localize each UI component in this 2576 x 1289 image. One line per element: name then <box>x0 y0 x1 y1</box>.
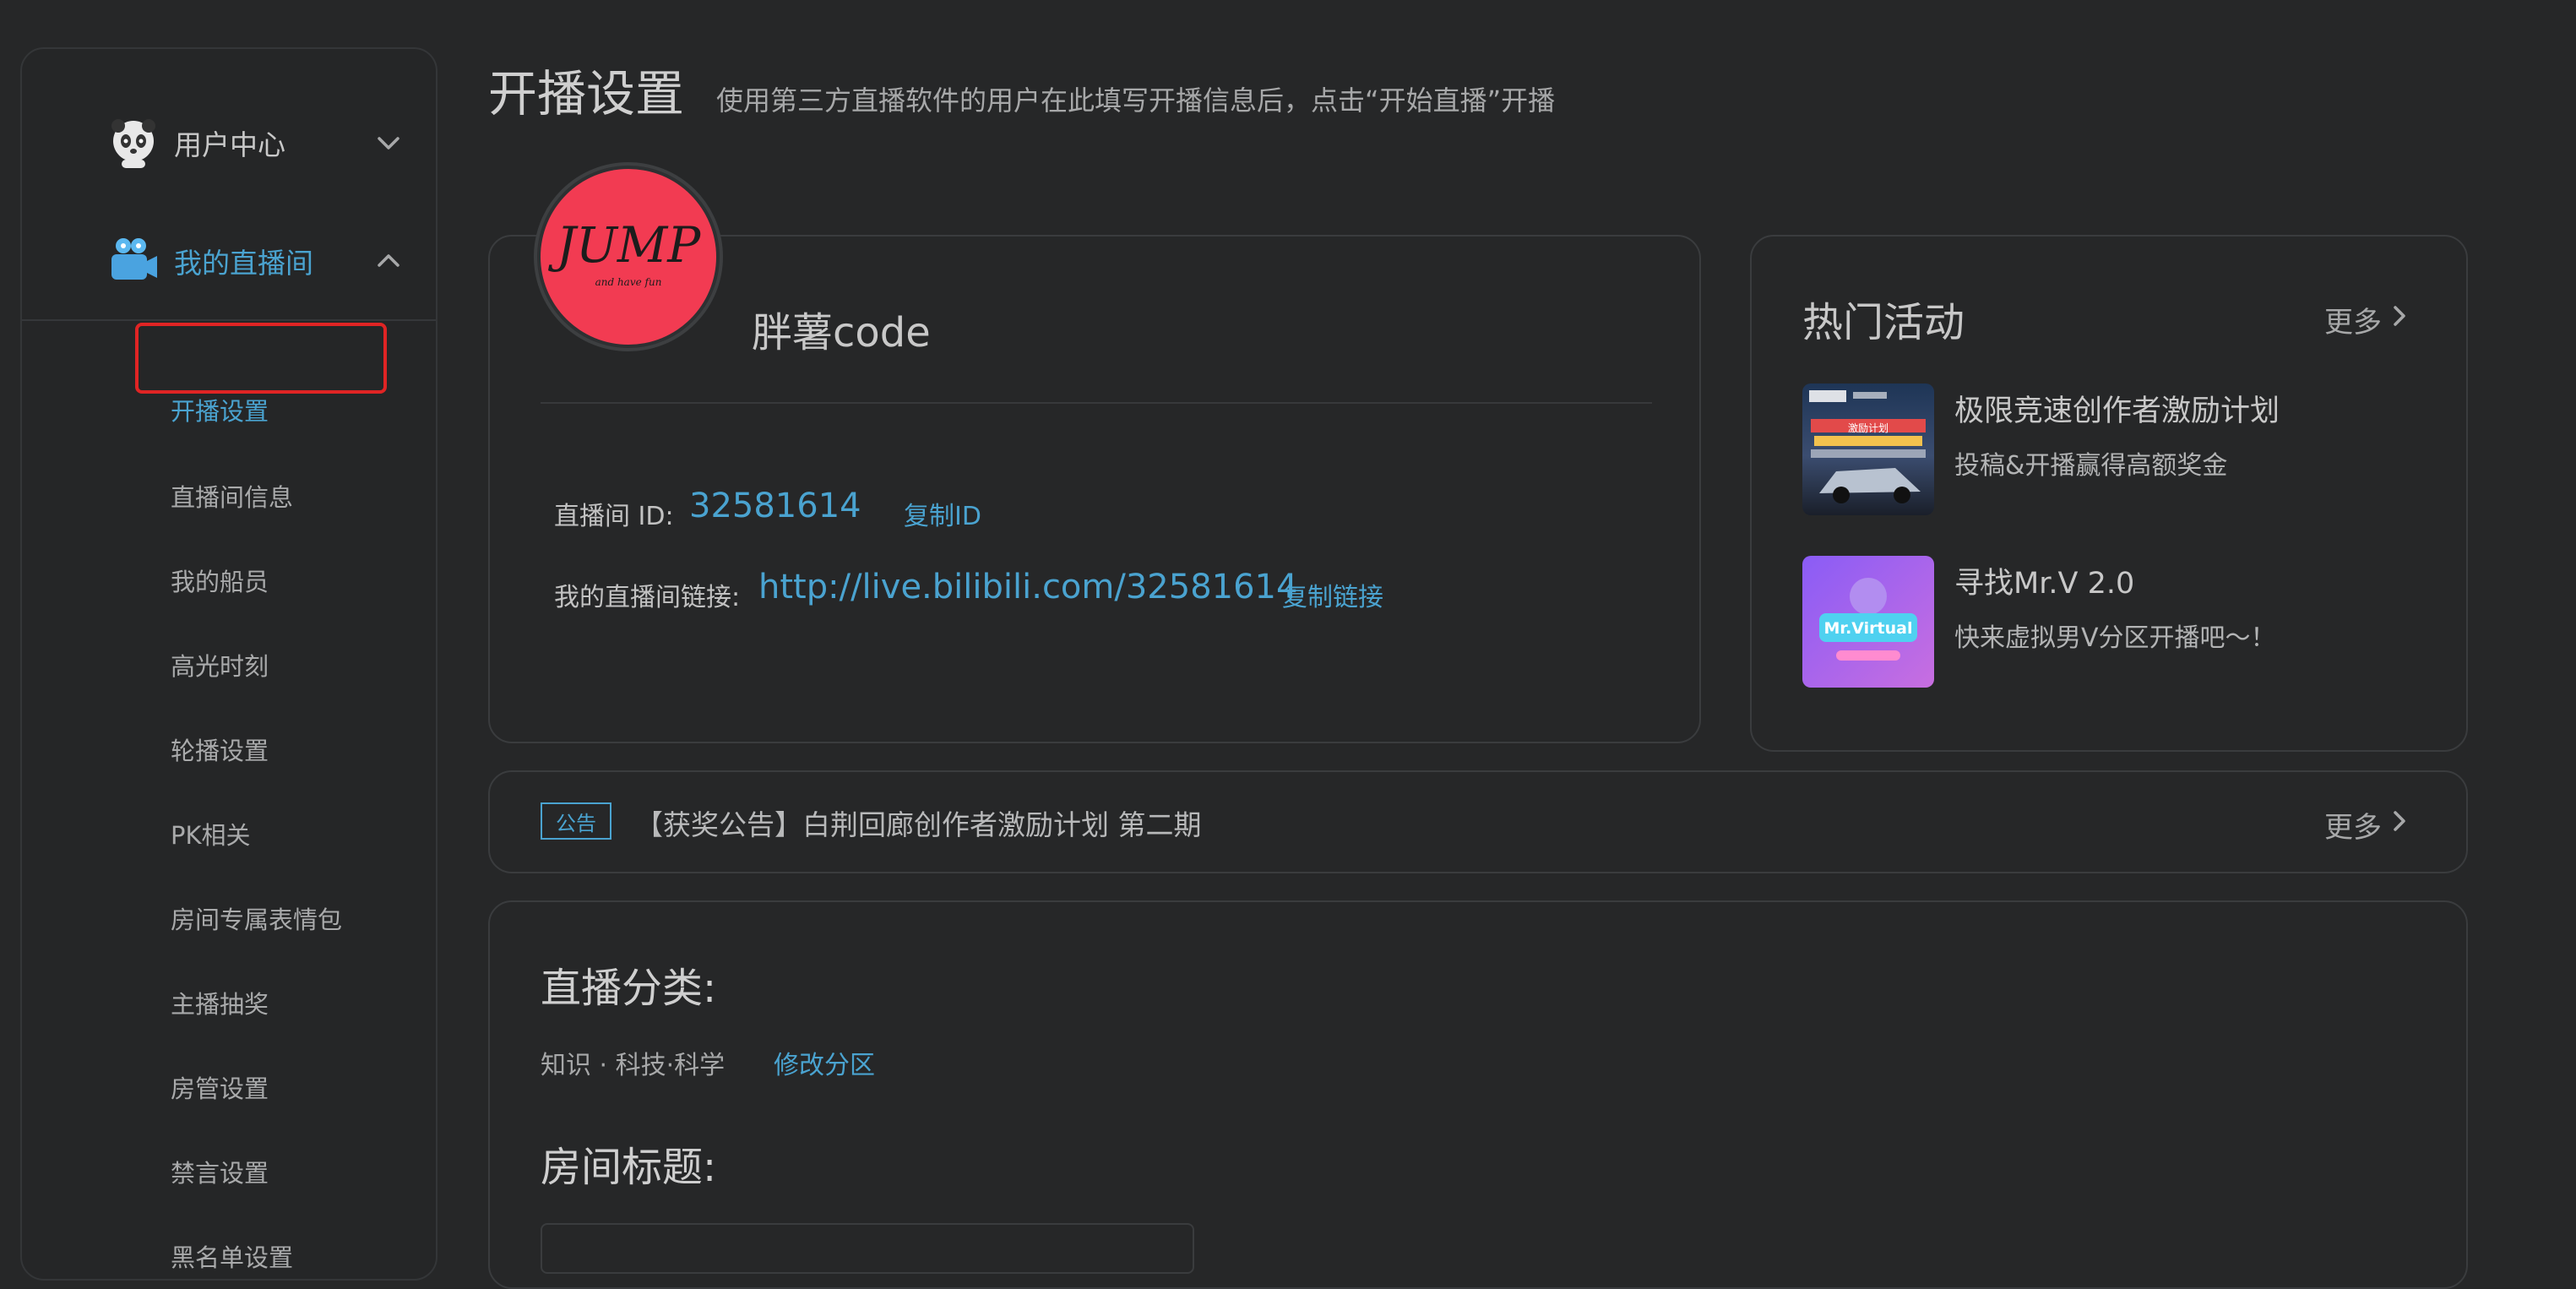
activity-thumbnail-mr-virtual[interactable]: Mr.Virtual <box>1802 556 1934 688</box>
chevron-up-icon <box>373 246 404 276</box>
username: 胖薯code <box>752 309 931 356</box>
notice-badge: 公告 <box>541 802 611 840</box>
sidebar-item-mute[interactable]: 禁言设置 <box>171 1154 269 1189</box>
room-id-value: 32581614 <box>689 487 861 525</box>
svg-text:JUMP: JUMP <box>548 216 702 274</box>
room-title-label: 房间标题: <box>541 1144 717 1191</box>
sidebar-group-my-live-room[interactable]: 我的直播间 <box>22 215 436 307</box>
activity-title-mr-virtual[interactable]: 寻找Mr.V 2.0 <box>1954 559 2134 602</box>
activity-thumbnail-racing[interactable]: 激励计划 <box>1802 383 1934 515</box>
svg-text:and have fun: and have fun <box>595 276 662 288</box>
room-title-input[interactable] <box>541 1223 1194 1274</box>
sidebar-group-label: 我的直播间 <box>174 247 313 280</box>
chevron-right-icon <box>2390 808 2410 842</box>
activity-desc-mr-virtual: 快来虚拟男V分区开播吧～！ <box>1954 623 2276 653</box>
change-category-button[interactable]: 修改分区 <box>774 1044 875 1081</box>
page-title: 开播设置 <box>488 65 685 122</box>
sidebar-item-lottery[interactable]: 主播抽奖 <box>171 985 269 1020</box>
copy-id-button[interactable]: 复制ID <box>904 495 981 532</box>
panda-avatar-icon <box>106 116 160 170</box>
active-item-highlight <box>135 323 387 394</box>
notice-text[interactable]: 【获奖公告】白荆回廊创作者激励计划 第二期 <box>635 802 1202 843</box>
sidebar-divider <box>22 319 436 321</box>
sidebar-group-label: 用户中心 <box>174 128 285 161</box>
room-link-label: 我的直播间链接: <box>554 583 741 612</box>
category-title: 直播分类: <box>541 965 717 1012</box>
copy-link-button[interactable]: 复制链接 <box>1282 576 1383 613</box>
hot-activities-title: 热门活动 <box>1802 299 1965 346</box>
sidebar-item-crew[interactable]: 我的船员 <box>171 563 269 598</box>
activity-desc-racing: 投稿&开播赢得高额奖金 <box>1954 451 2228 481</box>
category-value: 知识 · 科技·科学 <box>541 1051 726 1080</box>
chevron-right-icon <box>2390 302 2410 337</box>
sidebar-item-room-info[interactable]: 直播间信息 <box>171 478 293 514</box>
sidebar: 用户中心 我的直播间 开播设置 直播间信息 我的船员 高光时刻 轮播设置 PK相… <box>20 47 437 1281</box>
room-link-value[interactable]: http://live.bilibili.com/32581614 <box>758 568 1297 606</box>
more-label: 更多 <box>2324 306 2382 340</box>
hot-more-link[interactable]: 更多 <box>2324 299 2410 340</box>
sidebar-item-moderators[interactable]: 房管设置 <box>171 1069 269 1105</box>
sidebar-item-carousel[interactable]: 轮播设置 <box>171 732 269 767</box>
activity-title-racing[interactable]: 极限竞速创作者激励计划 <box>1954 387 2280 430</box>
sidebar-item-stream-settings[interactable]: 开播设置 <box>171 392 269 427</box>
avatar[interactable]: JUMP and have fun <box>541 169 716 345</box>
sidebar-item-pk[interactable]: PK相关 <box>171 816 251 851</box>
notice-more-link[interactable]: 更多 <box>2324 804 2410 846</box>
page-subtitle: 使用第三方直播软件的用户在此填写开播信息后，点击“开始直播”开播 <box>716 84 1556 117</box>
sidebar-item-highlights[interactable]: 高光时刻 <box>171 647 269 683</box>
sidebar-group-user-center[interactable]: 用户中心 <box>22 96 436 189</box>
more-label: 更多 <box>2324 811 2382 845</box>
room-id-label: 直播间 ID: <box>554 502 674 531</box>
sidebar-item-emotes[interactable]: 房间专属表情包 <box>171 900 342 936</box>
sidebar-item-blacklist[interactable]: 黑名单设置 <box>171 1238 293 1274</box>
chevron-down-icon <box>373 128 404 158</box>
svg-text:激励计划: 激励计划 <box>1848 422 1889 434</box>
svg-text:Mr.Virtual: Mr.Virtual <box>1824 619 1913 638</box>
video-camera-icon <box>106 234 160 288</box>
room-divider <box>541 402 1652 404</box>
